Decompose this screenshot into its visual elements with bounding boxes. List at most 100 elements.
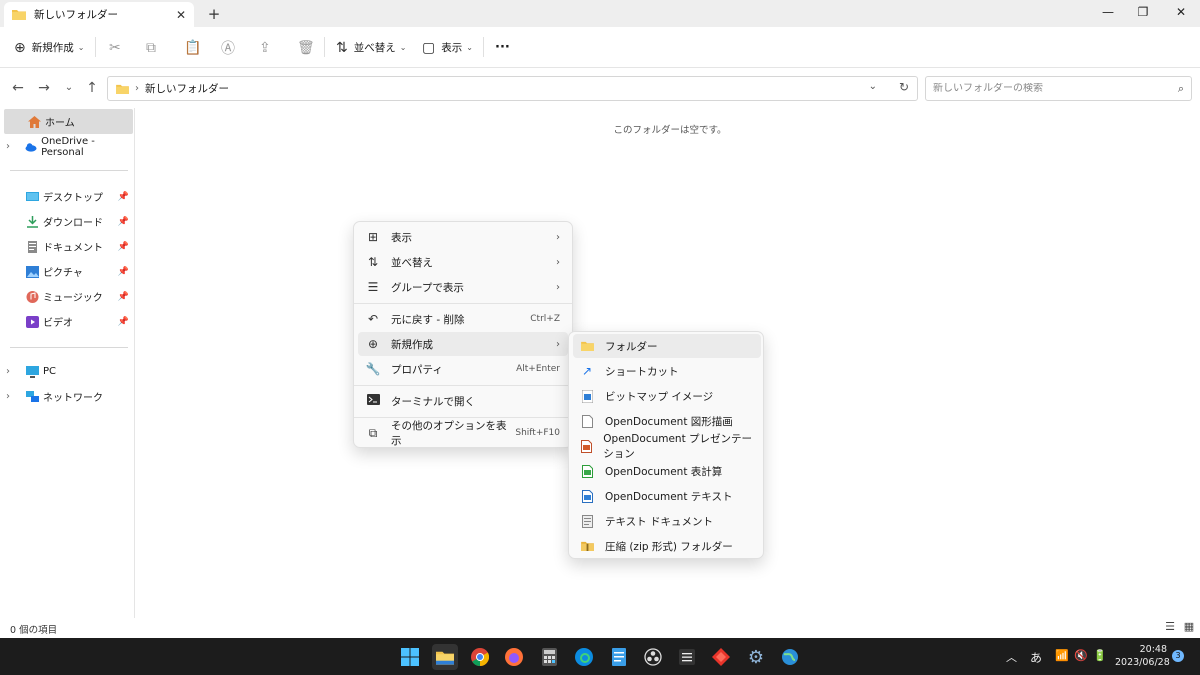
gear-icon: ⚙ [747,646,765,668]
pin-icon[interactable]: 📌 [118,267,129,277]
nav-item-desktop[interactable]: デスクトップ 📌 [4,184,133,209]
taskbar-obs[interactable] [640,644,666,670]
expand-chevron-icon[interactable]: › [6,141,17,152]
recent-chevron-icon[interactable]: ⌄ [61,82,77,93]
taskbar-chrome[interactable] [467,644,493,670]
nav-item-label: PC [43,366,57,377]
tiles-view-icon[interactable]: ▦ [1182,620,1196,634]
clock[interactable]: 20:48 2023/06/28 [1115,643,1170,669]
battery-icon[interactable]: 🔋 [1093,649,1107,662]
search-icon[interactable]: ⌕ [1178,82,1184,96]
taskbar-file-explorer[interactable] [432,644,458,670]
nav-item-videos[interactable]: ビデオ 📌 [4,309,133,334]
details-view-icon[interactable]: ☰ [1163,620,1177,634]
nav-item-onedrive[interactable]: › OneDrive - Personal [4,134,133,159]
status-item-count: 0 個の項目 [10,625,58,636]
pin-icon[interactable]: 📌 [118,217,129,227]
breadcrumb-item[interactable]: 新しいフォルダー [145,81,229,96]
menu-item-more-options[interactable]: ⧉ その他のオプションを表示 Shift+F10 [358,420,568,447]
nav-divider [10,170,128,171]
pin-icon[interactable]: 📌 [118,242,129,252]
taskbar: ⚙ ︿ あ 📶 🔇 🔋 20:48 2023/06/28 3 [0,638,1200,675]
tray-overflow-chevron-icon[interactable]: ︿ [1006,649,1017,665]
expand-chevron-icon[interactable]: › [6,391,18,402]
menu-item-new[interactable]: ⊕ 新規作成 › [358,332,568,356]
presentation-document-icon [580,439,592,453]
taskbar-notepad[interactable] [606,644,632,670]
delete-button[interactable]: 🗑 [297,27,315,68]
submenu-item-zip-folder[interactable]: 圧縮 (zip 形式) フォルダー [573,534,761,558]
minimize-button[interactable]: — [1093,3,1123,21]
submenu-item-folder[interactable]: フォルダー [573,334,761,358]
close-button[interactable]: ✕ [1166,3,1196,21]
menu-item-undo[interactable]: ↶ 元に戻す - 削除 Ctrl+Z [358,307,568,331]
ime-indicator[interactable]: あ [1030,649,1042,666]
taskbar-settings-app[interactable] [674,644,700,670]
wifi-icon[interactable]: 📶 [1055,649,1069,662]
bitmap-image-icon [581,389,593,403]
nav-item-label: ビデオ [43,318,73,329]
search-box[interactable]: ⌕ [925,76,1192,101]
navigation-pane: ホーム › OneDrive - Personal デスクトップ 📌 ダウンロー… [0,108,135,618]
submenu-item-od-spreadsheet[interactable]: OpenDocument 表計算 [573,459,761,483]
nav-item-label: OneDrive - Personal [41,135,95,158]
toolbar-divider [483,37,484,57]
view-button[interactable]: ▢ 表示 ⌄ [422,27,473,68]
menu-item-view[interactable]: ⊞ 表示 › [358,225,568,249]
taskbar-git-app[interactable] [708,644,734,670]
nav-item-music[interactable]: ミュージック 📌 [4,284,133,309]
rename-button[interactable]: Ⓐ [221,27,235,68]
menu-item-terminal[interactable]: ターミナルで開く [358,389,568,413]
menu-item-sort[interactable]: ⇅ 並べ替え › [358,250,568,274]
menu-item-properties[interactable]: 🔧 プロパティ Alt+Enter [358,357,568,381]
terminal-icon [365,394,381,408]
address-bar[interactable]: › 新しいフォルダー ⌄ ↻ [107,76,918,101]
notification-badge[interactable]: 3 [1172,650,1184,662]
up-arrow-icon[interactable]: ↑ [84,80,100,96]
submenu-item-od-draw[interactable]: OpenDocument 図形描画 [573,409,761,433]
nav-item-downloads[interactable]: ダウンロード 📌 [4,209,133,234]
pin-icon[interactable]: 📌 [118,317,129,327]
nav-item-network[interactable]: › ネットワーク [4,384,133,409]
pin-icon[interactable]: 📌 [118,292,129,302]
search-input[interactable] [933,83,1178,94]
nav-item-pictures[interactable]: ピクチャ 📌 [4,259,133,284]
copy-button[interactable]: ⧉ [146,27,156,68]
expand-chevron-icon[interactable]: › [6,366,18,377]
start-button[interactable] [397,644,423,670]
share-button[interactable]: ⇪ [259,27,271,68]
new-tab-button[interactable]: + [206,5,222,23]
back-arrow-icon[interactable]: ← [10,80,26,96]
submenu-item-od-presentation[interactable]: OpenDocument プレゼンテーション [573,433,761,460]
taskbar-settings[interactable]: ⚙ [743,644,769,670]
taskbar-edge[interactable] [571,644,597,670]
pin-icon[interactable]: 📌 [118,192,129,202]
tab-current[interactable]: 新しいフォルダー ✕ [4,2,194,27]
address-dropdown-icon[interactable]: ⌄ [869,81,877,92]
submenu-item-shortcut[interactable]: ↗ ショートカット [573,359,761,383]
forward-arrow-icon[interactable]: → [36,80,52,96]
more-button[interactable]: ··· [495,27,510,68]
nav-item-home[interactable]: ホーム [4,109,133,134]
submenu-item-bitmap[interactable]: ビットマップ イメージ [573,384,761,408]
zip-folder-icon [580,541,594,551]
taskbar-firefox[interactable] [501,644,527,670]
nav-item-documents[interactable]: ドキュメント 📌 [4,234,133,259]
submenu-item-od-text[interactable]: OpenDocument テキスト [573,484,761,508]
refresh-icon[interactable]: ↻ [899,80,909,94]
taskbar-calculator[interactable] [536,644,562,670]
windows-logo-icon [401,648,419,666]
tab-close-icon[interactable]: ✕ [176,8,186,22]
menu-item-group-by[interactable]: ☰ グループで表示 › [358,275,568,299]
maximize-button[interactable]: ❐ [1128,3,1158,21]
nav-item-pc[interactable]: › PC [4,359,133,384]
cut-button[interactable]: ✂ [109,27,121,68]
sort-button[interactable]: ⇅ 並べ替え ⌄ [336,27,406,68]
submenu-item-text-document[interactable]: テキスト ドキュメント [573,509,761,533]
speaker-muted-icon[interactable]: 🔇 [1074,649,1088,662]
new-button[interactable]: ⊕ 新規作成 ⌄ [14,27,84,68]
taskbar-globe-app[interactable] [777,644,803,670]
sort-icon: ⇅ [367,255,379,269]
grid-icon: ⊞ [367,230,379,244]
paste-button[interactable]: 📋 [184,27,201,68]
